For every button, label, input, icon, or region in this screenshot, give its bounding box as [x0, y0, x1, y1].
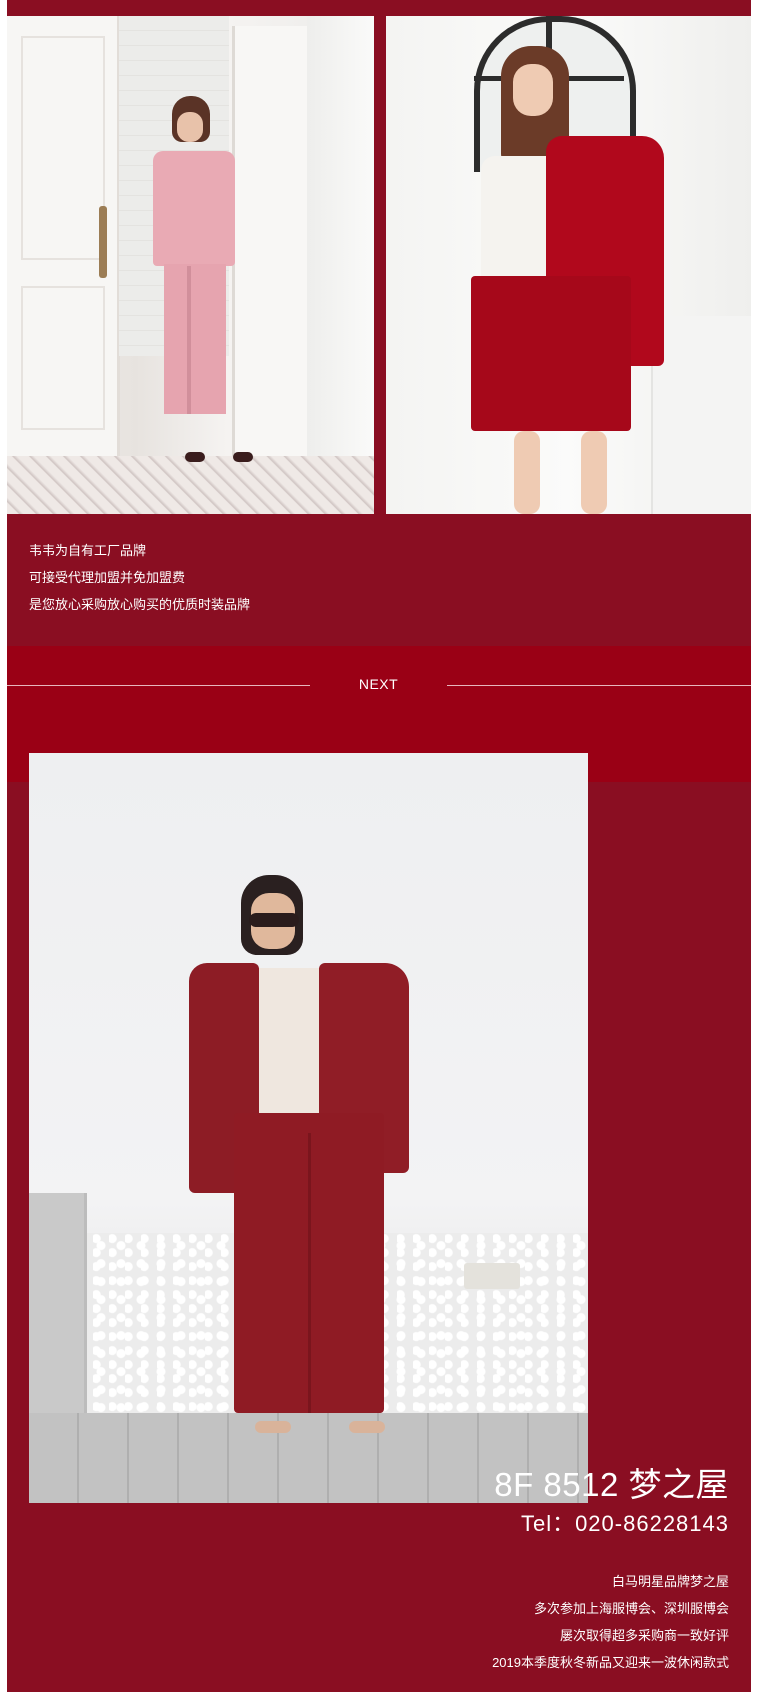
brand-intro: 韦韦为自有工厂品牌 可接受代理加盟并免加盟费 是您放心采购放心购买的优质时装品牌	[29, 537, 250, 618]
next-label[interactable]: NEXT	[310, 676, 447, 692]
intro-line: 可接受代理加盟并免加盟费	[29, 570, 186, 585]
product-photo-burgundy-suit[interactable]	[29, 753, 588, 1503]
intro-line: 是您放心采购放心购买的优质时装品牌	[29, 597, 251, 612]
description-line: 白马明星品牌梦之屋	[611, 1574, 729, 1589]
description-line: 屡次取得超多采购商一致好评	[559, 1628, 729, 1643]
product-photo-red-velvet[interactable]	[386, 16, 751, 514]
page: 韦韦为自有工厂品牌 可接受代理加盟并免加盟费 是您放心采购放心购买的优质时装品牌…	[7, 0, 751, 1692]
description-line: 多次参加上海服博会、深圳服博会	[533, 1601, 729, 1616]
top-strip	[7, 0, 751, 16]
divider-line-right	[447, 685, 751, 686]
brand-description: 白马明星品牌梦之屋 多次参加上海服博会、深圳服博会 屡次取得超多采购商一致好评 …	[492, 1568, 729, 1676]
shop-name: 8F 8512 梦之屋	[494, 1466, 729, 1503]
intro-line: 韦韦为自有工厂品牌	[29, 543, 147, 558]
divider-line-left	[7, 685, 310, 686]
phone-number[interactable]: Tel：020-86228143	[521, 1506, 729, 1538]
description-line: 2019本季度秋冬新品又迎来一波休闲款式	[492, 1655, 729, 1670]
product-photo-pink-suit[interactable]	[7, 16, 374, 514]
